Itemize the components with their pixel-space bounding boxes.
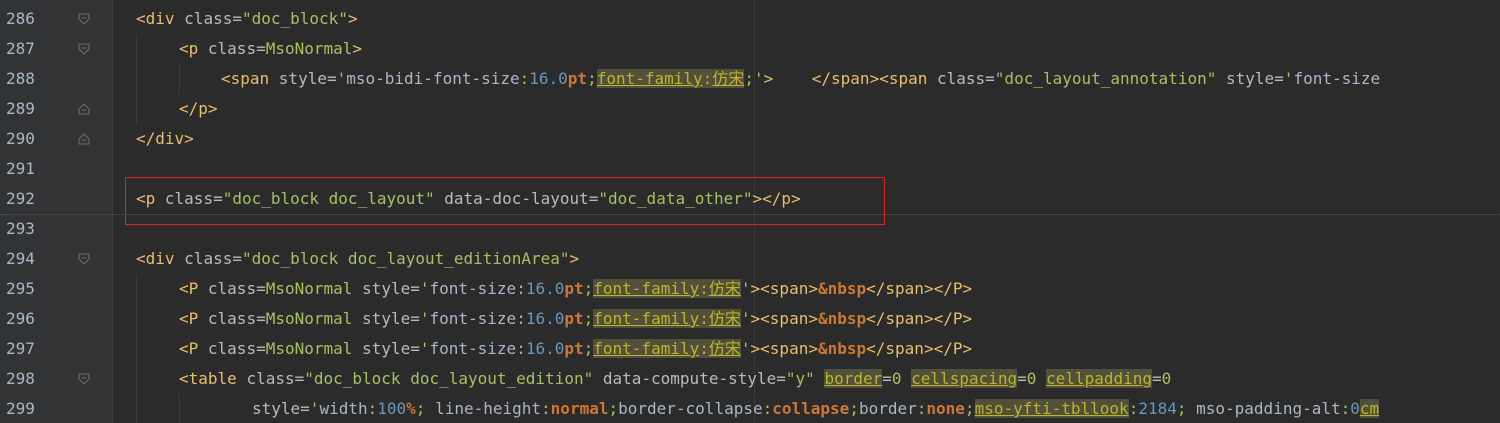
code-line[interactable]: <P class=MsoNormal style='font-size:16.0… (0, 274, 1500, 304)
line-text: </div> (136, 129, 194, 148)
code-line[interactable]: </div> (0, 124, 1500, 154)
code-line[interactable]: <p class=MsoNormal> (0, 34, 1500, 64)
code-line[interactable]: </p> (0, 94, 1500, 124)
line-text: <P class=MsoNormal style='font-size:16.0… (179, 279, 973, 298)
code-editor[interactable]: 286 <div class="doc_block"> 287 <p class… (0, 0, 1500, 423)
code-line[interactable]: <P class=MsoNormal style='font-size:16.0… (0, 334, 1500, 364)
line-text: style='width:100%; line-height:normal;bo… (252, 399, 1380, 418)
line-text: <div class="doc_block doc_layout_edition… (136, 249, 580, 268)
code-line[interactable]: <div class="doc_block"> (0, 4, 1500, 34)
line-text: <P class=MsoNormal style='font-size:16.0… (179, 309, 973, 328)
code-line[interactable]: style='width:100%; line-height:normal;bo… (0, 394, 1500, 423)
line-text: <p class="doc_block doc_layout" data-doc… (136, 189, 801, 208)
line-text: <P class=MsoNormal style='font-size:16.0… (179, 339, 973, 358)
code-line[interactable]: <span style='mso-bidi-font-size:16.0pt;f… (0, 64, 1500, 94)
code-line-selected[interactable]: <p class="doc_block doc_layout" data-doc… (0, 184, 1500, 214)
code-line[interactable]: <P class=MsoNormal style='font-size:16.0… (0, 304, 1500, 334)
code-line[interactable] (0, 154, 1500, 184)
code-line[interactable] (0, 214, 1500, 244)
line-text: </p> (179, 99, 218, 118)
code-line[interactable]: <table class="doc_block doc_layout_editi… (0, 364, 1500, 394)
line-text: <span style='mso-bidi-font-size:16.0pt;f… (221, 69, 1381, 88)
line-text: <div class="doc_block"> (136, 9, 358, 28)
code-line[interactable]: <div class="doc_block doc_layout_edition… (0, 244, 1500, 274)
line-text: <table class="doc_block doc_layout_editi… (179, 369, 1172, 388)
line-text: <p class=MsoNormal> (179, 39, 363, 58)
